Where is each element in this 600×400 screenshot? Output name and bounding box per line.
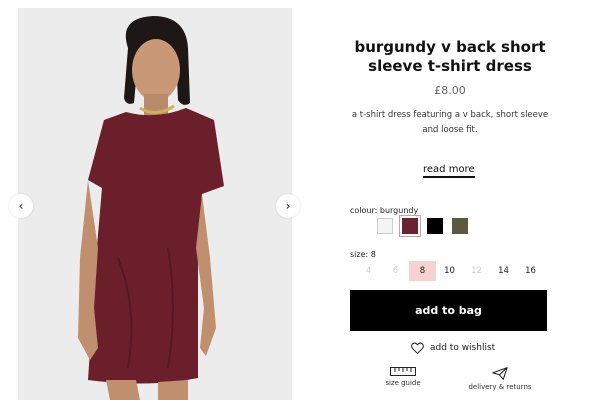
size-option[interactable]: 14 [490, 261, 517, 281]
product-price: £8.00 [434, 84, 466, 97]
product-description-line-2: and loose fit. [422, 125, 478, 135]
colour-swatch-burgundy[interactable] [399, 215, 421, 237]
size-option[interactable]: 16 [517, 261, 544, 281]
colour-swatches [377, 215, 468, 237]
wishlist-label: add to wishlist [430, 343, 496, 353]
product-title-line-2: sleeve t-shirt dress [368, 57, 532, 75]
product-details-panel: burgundy v back short sleeve t-shirt dre… [345, 0, 555, 400]
ruler-icon [390, 367, 416, 376]
delivery-returns-link[interactable]: delivery & returns [455, 367, 545, 391]
next-image-button[interactable]: › [276, 194, 300, 218]
product-description: a t-shirt dress featuring a v back, shor… [345, 108, 555, 138]
size-option[interactable]: 4 [355, 261, 382, 281]
size-label: size: 8 [350, 250, 376, 259]
colour-swatch-black[interactable] [427, 218, 443, 234]
size-guide-label: size guide [385, 379, 421, 387]
colour-swatch-khaki[interactable] [452, 218, 468, 234]
chevron-left-icon: ‹ [18, 199, 24, 213]
colour-swatch-white[interactable] [377, 218, 393, 234]
previous-image-button[interactable]: ‹ [9, 194, 33, 218]
product-title-line-1: burgundy v back short [354, 38, 546, 56]
product-image [18, 8, 292, 400]
size-guide-link[interactable]: size guide [373, 367, 433, 387]
add-to-bag-button[interactable]: add to bag [350, 290, 547, 331]
chevron-right-icon: › [285, 199, 291, 213]
read-more-link[interactable]: read more [423, 164, 475, 178]
size-option[interactable]: 10 [436, 261, 463, 281]
delivery-returns-label: delivery & returns [468, 383, 532, 391]
heart-icon [411, 342, 424, 354]
product-description-line-1: a t-shirt dress featuring a v back, shor… [351, 110, 549, 120]
product-image-gallery [18, 8, 292, 400]
size-option[interactable]: 12 [463, 261, 490, 281]
size-option[interactable]: 6 [382, 261, 409, 281]
colour-label: colour: burgundy [350, 206, 419, 215]
size-option[interactable]: 8 [409, 261, 436, 281]
size-options: 4 6 8 10 12 14 16 [355, 261, 544, 281]
product-title: burgundy v back short sleeve t-shirt dre… [345, 38, 555, 76]
paper-plane-icon [492, 367, 508, 380]
add-to-wishlist-button[interactable]: add to wishlist [411, 342, 495, 354]
